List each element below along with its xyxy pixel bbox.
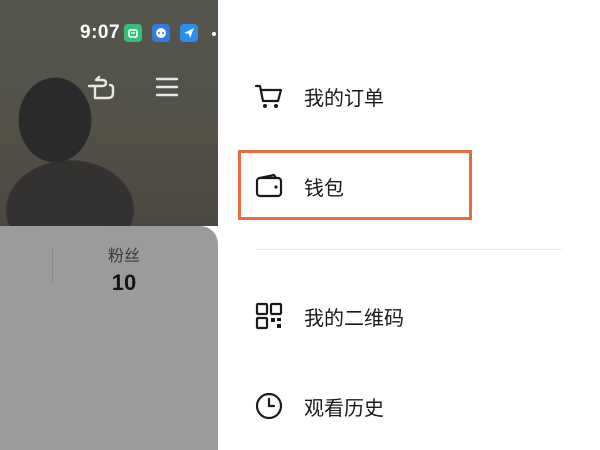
drawer-item-label: 观看历史 bbox=[304, 395, 384, 420]
fans-label: 粉丝 bbox=[107, 246, 140, 265]
side-drawer: 我的订单 钱包 我的二维码 观看历史 bbox=[218, 0, 600, 450]
pointing-hand-icon[interactable] bbox=[86, 74, 118, 106]
cart-icon bbox=[254, 81, 284, 111]
bot-app-icon bbox=[152, 24, 170, 42]
drawer-item-label: 我的订单 bbox=[304, 85, 384, 110]
drawer-item-my-orders[interactable]: 我的订单 bbox=[254, 66, 574, 126]
drawer-item-my-qr-code[interactable]: 我的二维码 bbox=[254, 286, 574, 346]
status-more-dot bbox=[212, 32, 216, 36]
fans-count: 10 bbox=[111, 270, 137, 295]
stats-divider bbox=[52, 248, 53, 284]
wallet-highlight-box bbox=[238, 150, 472, 220]
drawer-item-watch-history[interactable]: 观看历史 bbox=[254, 376, 574, 436]
clock-icon bbox=[254, 391, 284, 421]
send-app-icon bbox=[180, 24, 198, 42]
drawer-item-label: 我的二维码 bbox=[304, 305, 404, 330]
profile-page-backdrop[interactable]: 9:07 粉丝 10 bbox=[0, 0, 218, 450]
status-time: 9:07 bbox=[80, 22, 121, 43]
mi-home-icon bbox=[124, 24, 142, 42]
qr-code-icon bbox=[254, 301, 284, 331]
drawer-section-divider bbox=[256, 249, 562, 250]
menu-icon[interactable] bbox=[155, 76, 179, 102]
